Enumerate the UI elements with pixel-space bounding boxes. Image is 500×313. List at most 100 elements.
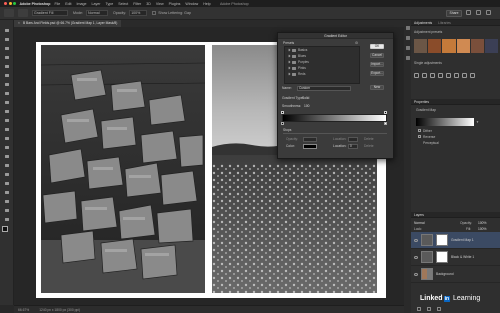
tab-libraries[interactable]: Libraries (438, 21, 451, 25)
workspace-icon[interactable] (476, 10, 481, 15)
gradient-preview-bar[interactable] (282, 114, 387, 122)
dodge-tool-icon[interactable] (3, 154, 10, 159)
type-tool-icon[interactable] (3, 172, 10, 177)
lettering-checkbox[interactable] (152, 11, 157, 15)
crop-tool-icon[interactable] (3, 64, 10, 69)
hand-tool-icon[interactable] (3, 199, 10, 204)
preset-thumb-2[interactable] (428, 39, 442, 53)
home-icon[interactable] (4, 9, 14, 17)
fx-icon[interactable] (427, 306, 431, 311)
single-adjustments-title[interactable]: Single adjustments (414, 61, 442, 65)
vibrance-icon[interactable] (446, 72, 451, 78)
menu-help[interactable]: Help (203, 2, 210, 6)
healing-brush-icon[interactable] (3, 91, 10, 96)
zoom-window-icon[interactable] (13, 2, 16, 5)
layer-mask-thumb[interactable] (436, 251, 448, 263)
layer-mask-thumb[interactable] (436, 234, 448, 246)
menu-type[interactable]: Type (105, 2, 113, 6)
foreground-color-swatch[interactable] (1, 226, 8, 232)
brush-panel-icon[interactable] (405, 46, 410, 50)
export-button[interactable]: Export... (370, 71, 384, 76)
black-white-icon[interactable] (470, 72, 475, 78)
frame-tool-icon[interactable] (3, 73, 10, 78)
method-dropdown[interactable]: Perceptual (423, 141, 439, 145)
menu-file[interactable]: File (54, 2, 60, 6)
reverse-checkbox[interactable] (418, 135, 421, 138)
gradient-map-preview[interactable] (416, 118, 474, 126)
menu-view[interactable]: View (156, 2, 164, 6)
preset-thumb-4[interactable] (456, 39, 470, 53)
color-stops-row[interactable] (281, 122, 387, 126)
visibility-eye-icon[interactable] (414, 272, 418, 276)
adjustment-presets-title[interactable]: Adjustment presets (414, 30, 442, 34)
stop-color-swatch[interactable] (303, 144, 317, 149)
pen-tool-icon[interactable] (3, 163, 10, 168)
import-button[interactable]: Import... (370, 62, 384, 67)
document-info[interactable]: 1240 px x 1800 px (300 ppi) (39, 308, 80, 312)
new-button[interactable]: New (370, 85, 384, 90)
levels-icon[interactable] (422, 72, 427, 78)
chevron-down-icon[interactable]: ▼ (476, 120, 479, 124)
marquee-tool-icon[interactable] (3, 37, 10, 42)
menu-filter[interactable]: Filter (133, 2, 141, 6)
history-brush-icon[interactable] (3, 118, 10, 123)
eraser-tool-icon[interactable] (3, 127, 10, 132)
preset-thumb-1[interactable] (414, 39, 428, 53)
history-panel-icon[interactable] (405, 26, 410, 30)
tool-preset-picker[interactable] (18, 9, 28, 17)
close-tab-icon[interactable]: × (18, 20, 20, 27)
blend-mode-dropdown[interactable]: Normal (414, 221, 425, 225)
menu-window[interactable]: Window (185, 2, 198, 6)
color-stop-black[interactable] (281, 122, 284, 125)
menu-3d[interactable]: 3D (146, 2, 151, 6)
dither-checkbox[interactable] (418, 129, 421, 132)
visibility-eye-icon[interactable] (414, 238, 418, 242)
stop-location-field-1[interactable] (348, 137, 358, 142)
delete-color-stop[interactable]: Delete (364, 144, 374, 148)
tab-adjustments[interactable]: Adjustments (414, 21, 432, 25)
gradient-fill-dropdown[interactable]: Gradient Fill (32, 10, 68, 16)
color-balance-icon[interactable] (462, 72, 467, 78)
preset-thumb-3[interactable] (442, 39, 456, 53)
layer-row-background[interactable]: Background (411, 266, 500, 283)
zoom-level[interactable]: 66.67% (18, 308, 29, 312)
presets-list[interactable]: Basics Blues Purples Pinks Reds (284, 46, 360, 84)
close-window-icon[interactable] (4, 2, 7, 5)
layers-title[interactable]: Layers (414, 213, 424, 217)
frame-icon[interactable] (486, 10, 491, 15)
fill-field[interactable]: 100% (478, 227, 486, 231)
more-tools-icon[interactable] (3, 217, 10, 222)
preset-thumb-5[interactable] (470, 39, 484, 53)
quick-select-tool-icon[interactable] (3, 55, 10, 60)
menu-select[interactable]: Select (118, 2, 128, 6)
zoom-tool-icon[interactable] (3, 208, 10, 213)
lasso-tool-icon[interactable] (3, 46, 10, 51)
app-menu[interactable]: Adobe Photoshop (20, 2, 51, 6)
character-panel-icon[interactable] (405, 56, 410, 60)
menu-layer[interactable]: Layer (91, 2, 100, 6)
preset-folder-reds[interactable]: Reds (285, 71, 359, 77)
gradient-tool-icon[interactable] (3, 136, 10, 141)
swatches-panel-icon[interactable] (405, 36, 410, 40)
properties-title[interactable]: Properties (414, 100, 429, 104)
exposure-icon[interactable] (438, 72, 443, 78)
stop-opacity-field[interactable] (303, 137, 317, 142)
preset-thumb-6[interactable] (484, 39, 499, 53)
eyedropper-tool-icon[interactable] (3, 82, 10, 87)
gradient-type-dropdown[interactable]: Solid (302, 96, 309, 100)
search-icon[interactable] (466, 10, 471, 15)
stop-location-field-2[interactable]: 0 (348, 144, 358, 149)
minimize-window-icon[interactable] (8, 2, 12, 5)
layer-row-gradient-map[interactable]: Gradient Map 1 (411, 232, 500, 249)
color-swatches[interactable] (1, 226, 12, 236)
cancel-button[interactable]: Cancel (370, 53, 384, 58)
brightness-contrast-icon[interactable] (414, 72, 419, 78)
brush-tool-icon[interactable] (3, 100, 10, 105)
add-mask-icon[interactable] (437, 306, 441, 311)
move-tool-icon[interactable] (3, 28, 10, 33)
mode-dropdown[interactable]: Normal (86, 10, 108, 16)
shape-tool-icon[interactable] (3, 190, 10, 195)
ok-button[interactable]: OK (370, 44, 384, 49)
presets-settings-icon[interactable]: ⚙ (355, 41, 358, 45)
blur-tool-icon[interactable] (3, 145, 10, 150)
